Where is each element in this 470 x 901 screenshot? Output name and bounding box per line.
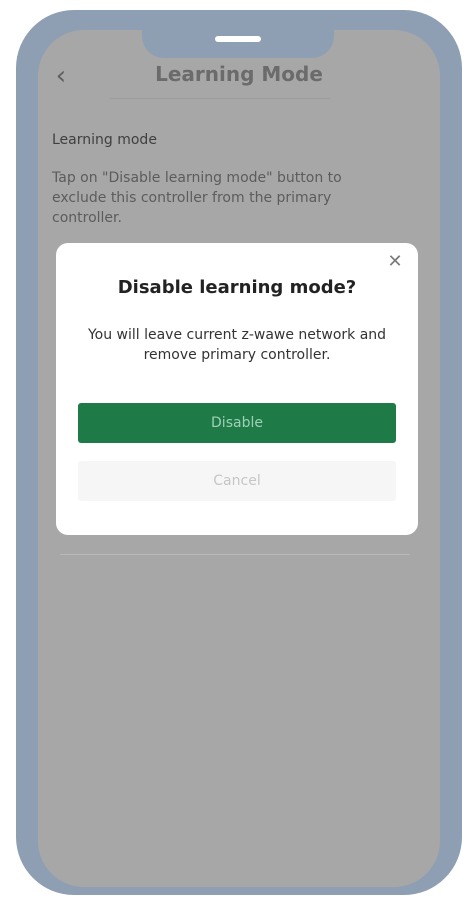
header-divider	[110, 98, 330, 99]
dialog-title: Disable learning mode?	[117, 277, 357, 298]
page-title: Learning Mode	[155, 62, 323, 86]
header: ‹ Learning Mode	[38, 56, 440, 100]
notch	[142, 10, 334, 58]
disable-button[interactable]: Disable	[78, 403, 396, 443]
cancel-button[interactable]: Cancel	[78, 461, 396, 501]
background-content: Learning mode Tap on "Disable learning m…	[52, 132, 382, 228]
disable-learning-dialog: ✕ Disable learning mode? You will leave …	[56, 243, 418, 535]
section-description: Tap on "Disable learning mode" button to…	[52, 170, 342, 226]
section-heading: Learning mode	[52, 132, 157, 148]
close-icon[interactable]: ✕	[384, 251, 406, 273]
speaker-bar	[215, 36, 261, 42]
dialog-message: You will leave current z-wawe network an…	[87, 327, 387, 363]
content-divider	[60, 554, 410, 555]
